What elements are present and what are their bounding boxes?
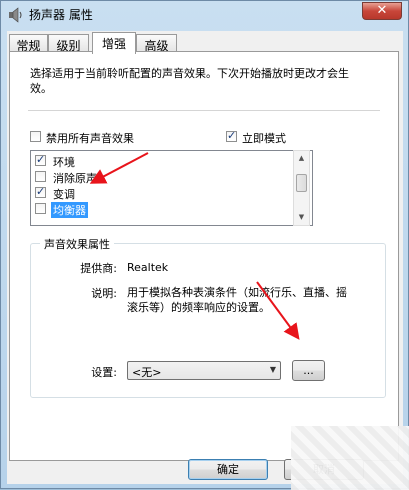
properties-window: 扬声器 属性 ✕ 常规 级别 增强 高级 选择适用于当前聆听配置的声音效果。下次… xyxy=(0,0,409,490)
effect-item-pitch-shift[interactable]: 变调 xyxy=(35,185,295,201)
provider-label: 提供商: xyxy=(80,262,117,275)
chevron-down-icon: ▼ xyxy=(269,365,276,374)
effect-checkbox[interactable] xyxy=(35,203,46,214)
window-title: 扬声器 属性 xyxy=(29,8,93,22)
effect-label: 变调 xyxy=(53,188,75,201)
tab-advanced[interactable]: 高级 xyxy=(136,34,177,53)
setting-more-button[interactable]: ... xyxy=(292,360,325,381)
close-button[interactable]: ✕ xyxy=(362,2,402,20)
close-icon: ✕ xyxy=(376,3,388,18)
ok-button[interactable]: 确定 xyxy=(188,459,268,480)
description-value: 用于模拟各种表演条件（如流行乐、直播、摇滚乐等）的频率响应的设置。 xyxy=(127,286,347,314)
effects-list[interactable]: 环境 消除原声 变调 均衡器 xyxy=(30,150,313,226)
effect-checkbox[interactable] xyxy=(35,185,46,198)
setting-label: 设置: xyxy=(91,366,117,379)
effects-scrollbar[interactable]: ▲ ▼ xyxy=(293,150,310,226)
speaker-icon xyxy=(9,7,22,23)
effect-label: 消除原声 xyxy=(53,172,97,185)
enhancements-panel: 选择适用于当前聆听配置的声音效果。下次开始播放时更改才会生效。 禁用所有声音效果… xyxy=(9,51,399,461)
description-label: 说明: xyxy=(91,287,117,300)
tab-general[interactable]: 常规 xyxy=(9,34,48,53)
divider xyxy=(28,110,380,111)
setting-select-value: <无> xyxy=(132,366,162,379)
scroll-down-arrow-icon[interactable]: ▼ xyxy=(294,210,309,225)
tab-levels[interactable]: 级别 xyxy=(48,34,89,53)
disable-all-checkbox[interactable] xyxy=(30,131,41,142)
scroll-thumb[interactable] xyxy=(296,174,307,192)
setting-select[interactable]: <无> ▼ xyxy=(127,361,281,380)
provider-value: Realtek xyxy=(127,261,169,274)
scroll-up-arrow-icon[interactable]: ▲ xyxy=(294,151,309,166)
effect-checkbox[interactable] xyxy=(35,153,46,166)
effect-properties-title: 声音效果属性 xyxy=(40,236,114,252)
effect-label: 均衡器 xyxy=(51,202,88,218)
disable-all-label: 禁用所有声音效果 xyxy=(46,132,134,145)
tab-enhancements[interactable]: 增强 xyxy=(92,32,136,54)
effect-label: 环境 xyxy=(53,156,75,169)
effect-item-environment[interactable]: 环境 xyxy=(35,153,295,169)
immediate-mode-label: 立即模式 xyxy=(242,132,286,145)
tab-label: 增强 xyxy=(101,37,126,51)
effect-item-voice-cancellation[interactable]: 消除原声 xyxy=(35,169,295,185)
effect-checkbox[interactable] xyxy=(35,171,46,182)
description-text: 选择适用于当前聆听配置的声音效果。下次开始播放时更改才会生效。 xyxy=(30,67,349,95)
effect-item-equalizer[interactable]: 均衡器 xyxy=(35,201,295,218)
watermark-blur xyxy=(291,426,409,490)
dialog-client-area: 常规 级别 增强 高级 选择适用于当前聆听配置的声音效果。下次开始播放时更改才会… xyxy=(7,31,403,484)
immediate-mode-checkbox[interactable] xyxy=(226,129,237,142)
